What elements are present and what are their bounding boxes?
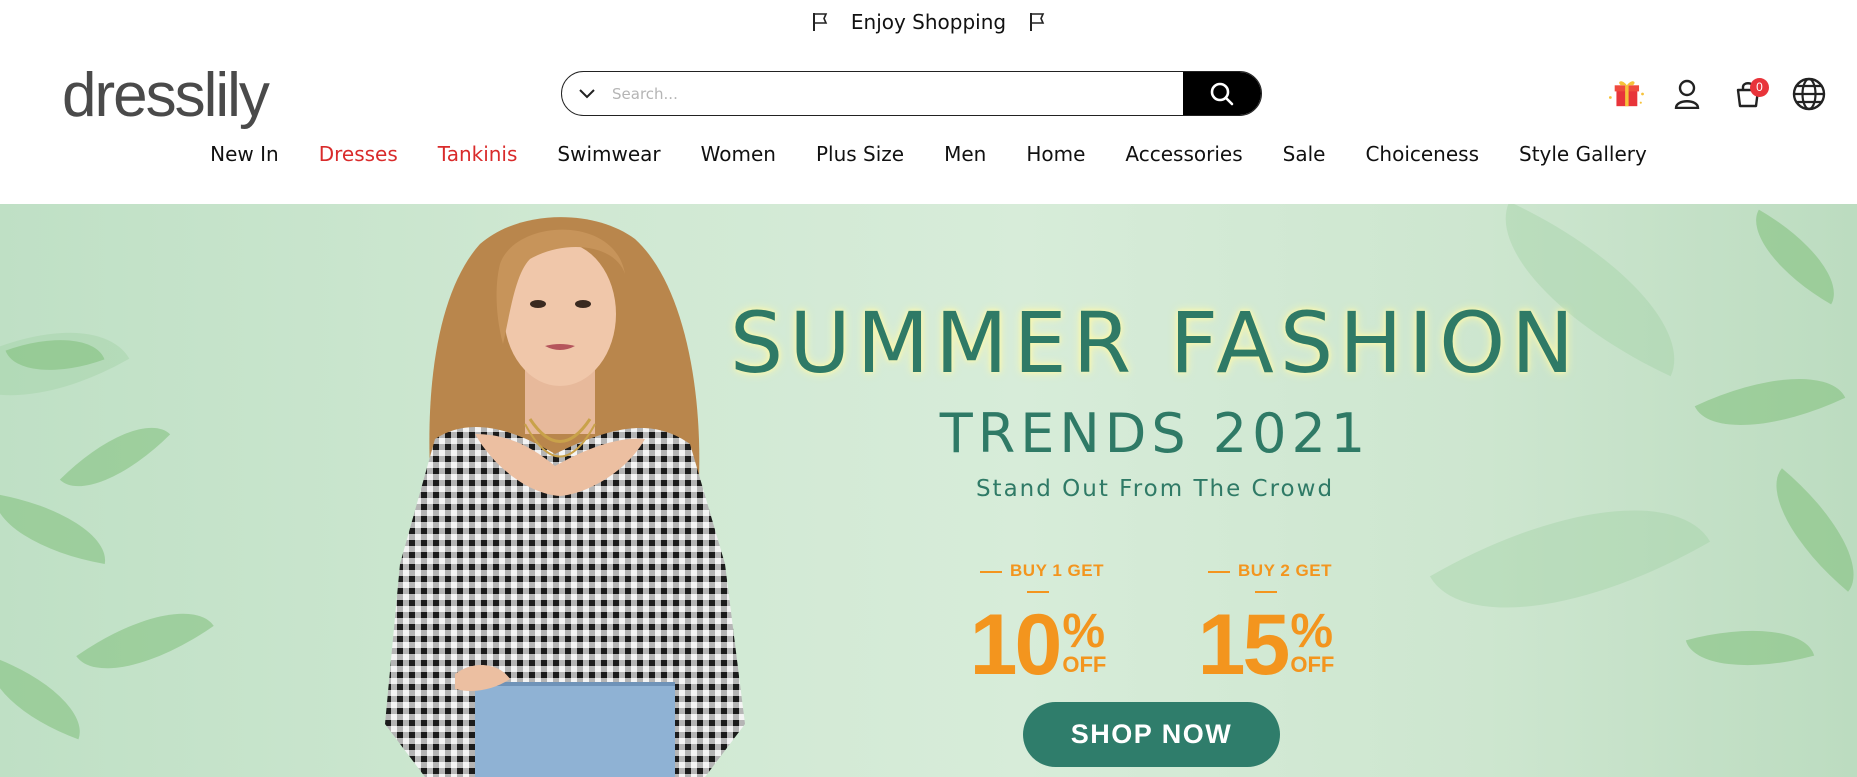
- leaf-decoration: [0, 493, 114, 565]
- offer-label: BUY 1 GET: [958, 561, 1118, 601]
- offer-value: 15: [1197, 597, 1291, 693]
- nav-item-swimwear[interactable]: Swimwear: [537, 142, 680, 166]
- site-logo[interactable]: dresslily: [62, 64, 270, 128]
- announcement-bar: Enjoy Shopping: [0, 0, 1857, 44]
- nav-item-home[interactable]: Home: [1006, 142, 1105, 166]
- user-icon[interactable]: [1667, 74, 1707, 114]
- globe-icon[interactable]: [1789, 74, 1829, 114]
- offer-suffix: OFF: [1290, 652, 1335, 677]
- nav-item-dresses[interactable]: Dresses: [299, 142, 418, 166]
- shop-now-button[interactable]: SHOP NOW: [1023, 702, 1280, 767]
- search-bar: [561, 71, 1262, 116]
- leaf-decoration: [76, 581, 214, 701]
- search-input[interactable]: [612, 72, 1183, 115]
- announcement-text: Enjoy Shopping: [850, 10, 1007, 34]
- nav-item-plus-size[interactable]: Plus Size: [796, 142, 924, 166]
- flag-icon: [1028, 11, 1046, 33]
- leaf-decoration: [1685, 609, 1815, 687]
- hero-subtitle: TRENDS 2021: [939, 402, 1371, 465]
- search-icon: [1210, 82, 1234, 105]
- offer-label: BUY 2 GET: [1186, 561, 1346, 601]
- nav-item-style-gallery[interactable]: Style Gallery: [1499, 142, 1667, 166]
- cart-count-badge: 0: [1750, 78, 1769, 97]
- offer-percent: %: [1062, 605, 1106, 658]
- nav-item-new-in[interactable]: New In: [190, 142, 299, 166]
- leaf-decoration: [1694, 347, 1846, 457]
- leaf-decoration: [1735, 209, 1855, 305]
- nav-item-choiceness[interactable]: Choiceness: [1345, 142, 1499, 166]
- cart-icon[interactable]: 0: [1728, 74, 1769, 114]
- offer-2: BUY 2 GET 15 % OFF: [1186, 561, 1346, 693]
- nav-item-tankinis[interactable]: Tankinis: [418, 142, 538, 166]
- offer-suffix: OFF: [1062, 652, 1107, 677]
- hero-tagline: Stand Out From The Crowd: [975, 476, 1335, 502]
- offer-percent: %: [1290, 605, 1334, 658]
- flag-icon: [811, 11, 829, 33]
- offer-value: 10: [969, 597, 1063, 693]
- search-button[interactable]: [1183, 72, 1261, 115]
- offer-1: BUY 1 GET 10 % OFF: [958, 561, 1118, 693]
- hero-banner[interactable]: SUMMER FASHION TRENDS 2021 Stand Out Fro…: [0, 204, 1857, 777]
- nav-item-women[interactable]: Women: [681, 142, 796, 166]
- gift-icon[interactable]: [1606, 74, 1646, 114]
- main-nav: New In Dresses Tankinis Swimwear Women Plus S…: [0, 142, 1857, 166]
- hero-title: SUMMER FASHION: [729, 294, 1581, 392]
- search-category-dropdown[interactable]: [562, 72, 612, 115]
- leaf-decoration: [0, 656, 95, 740]
- nav-item-men[interactable]: Men: [924, 142, 1006, 166]
- leaf-decoration: [59, 401, 171, 513]
- nav-item-sale[interactable]: Sale: [1263, 142, 1346, 166]
- chevron-down-icon: [579, 88, 595, 98]
- leaf-decoration: [1748, 468, 1857, 592]
- nav-item-accessories[interactable]: Accessories: [1105, 142, 1262, 166]
